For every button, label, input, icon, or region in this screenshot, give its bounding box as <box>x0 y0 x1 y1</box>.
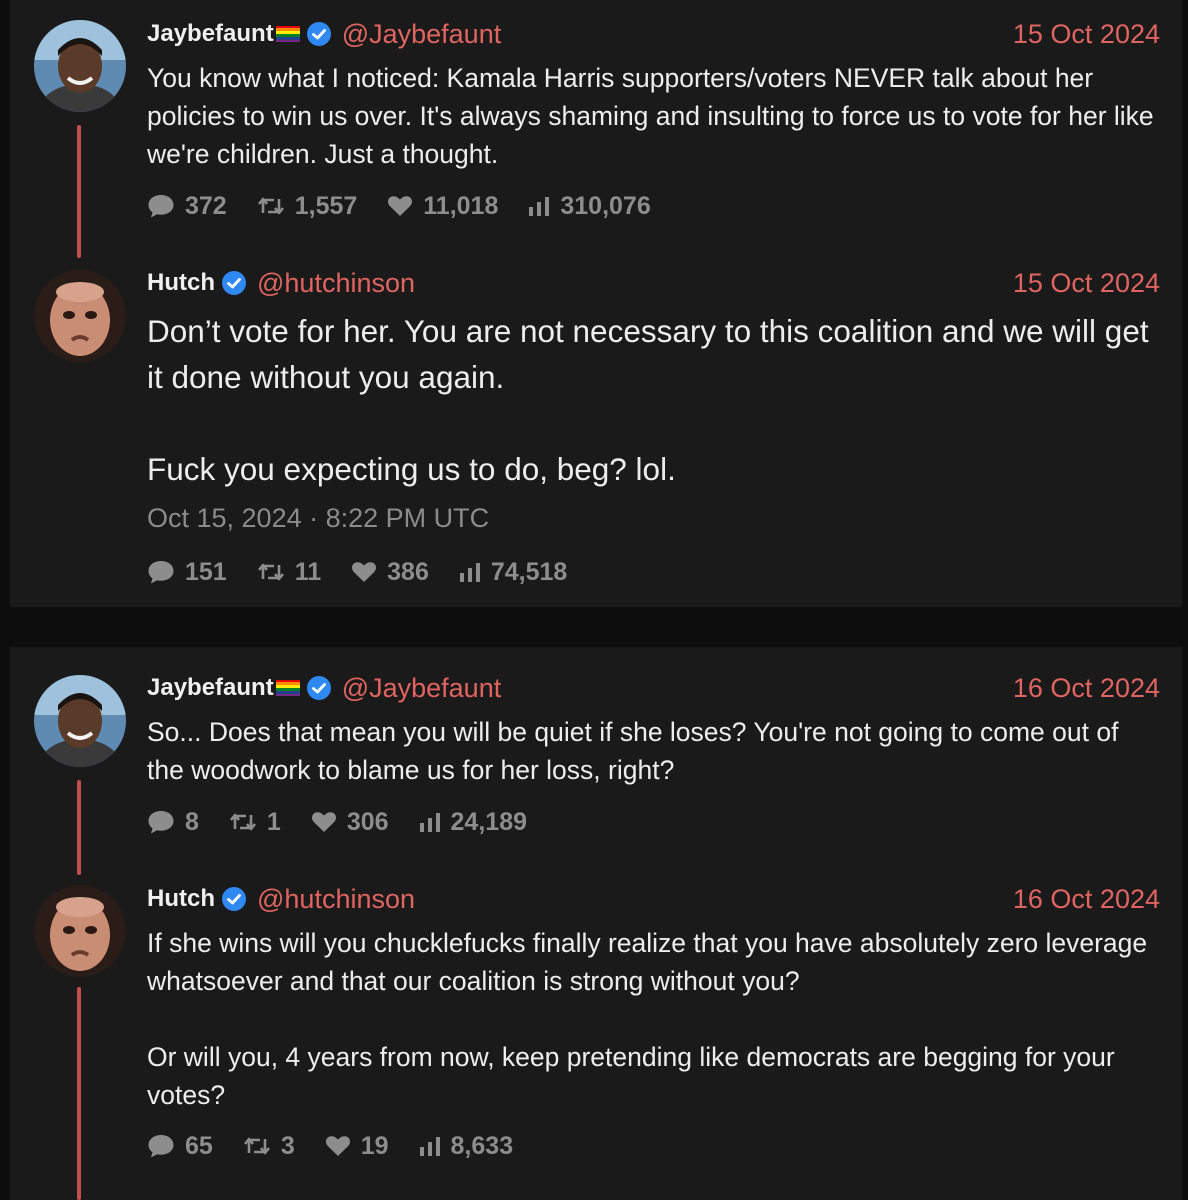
view-count: 8,633 <box>450 1131 514 1160</box>
views-stat[interactable]: 310,076 <box>528 191 651 221</box>
heart-icon <box>352 562 377 582</box>
reply-button[interactable]: 8 <box>147 808 199 837</box>
user-handle[interactable]: @Jaybefaunt <box>342 19 502 50</box>
tweet-date[interactable]: 16 Oct 2024 <box>1013 673 1160 704</box>
avatar-jaybefaunt[interactable] <box>34 20 126 112</box>
display-name[interactable]: Jaybefaunt <box>147 20 274 48</box>
heart-icon <box>388 196 413 216</box>
thread-line <box>77 125 81 258</box>
retweet-icon <box>257 563 284 581</box>
verified-badge-icon <box>221 270 247 296</box>
tweet-header: Jaybefaunt @Jaybefaunt 16 Oct 2024 <box>147 671 1160 705</box>
thread-card-2: Jaybefaunt @Jaybefaunt 16 Oct 2024 So...… <box>10 647 1182 1200</box>
retweet-icon <box>243 1137 270 1155</box>
view-count: 310,076 <box>560 191 651 220</box>
reply-button[interactable]: 65 <box>147 1132 213 1161</box>
heart-icon <box>325 1136 350 1156</box>
tweet-header: Hutch @hutchinson 16 Oct 2024 <box>147 882 1160 916</box>
view-count: 74,518 <box>490 557 568 586</box>
like-count: 11,018 <box>423 191 499 220</box>
rainbow-flag-icon <box>275 25 300 43</box>
views-icon <box>459 563 480 582</box>
views-stat[interactable]: 8,633 <box>419 1131 514 1161</box>
user-handle[interactable]: @hutchinson <box>257 884 415 915</box>
comment-icon <box>148 811 174 834</box>
like-count: 306 <box>346 807 389 836</box>
heart-icon <box>311 812 336 832</box>
tweet-date[interactable]: 16 Oct 2024 <box>1013 884 1160 915</box>
retweet-count: 1 <box>266 807 281 836</box>
avatar-hutch[interactable] <box>34 885 126 977</box>
reply-button[interactable]: 372 <box>147 192 227 221</box>
tweet-text: Don’t vote for her. You are not necessar… <box>147 308 1158 492</box>
like-button[interactable]: 306 <box>311 808 389 837</box>
retweet-count: 1,557 <box>294 191 358 220</box>
reply-button[interactable]: 151 <box>147 558 227 587</box>
tweet-jaybefaunt-1[interactable]: Jaybefaunt @Jaybefaunt 15 Oct 2024 You k… <box>10 0 1182 258</box>
tweet-date[interactable]: 15 Oct 2024 <box>1013 19 1160 50</box>
thread-card-1: Jaybefaunt @Jaybefaunt 15 Oct 2024 You k… <box>10 0 1182 607</box>
user-handle[interactable]: @Jaybefaunt <box>342 673 502 704</box>
tweet-header: Hutch @hutchinson 15 Oct 2024 <box>147 266 1160 300</box>
tweet-header: Jaybefaunt @Jaybefaunt 15 Oct 2024 <box>147 17 1160 51</box>
retweet-count: 3 <box>280 1131 295 1160</box>
thread-line <box>77 987 81 1200</box>
tweet-text-content: So... Does that mean you will be quiet i… <box>147 717 1126 785</box>
like-button[interactable]: 386 <box>351 558 429 587</box>
tweet-text: You know what I noticed: Kamala Harris s… <box>147 59 1158 173</box>
tweet-text-content: You know what I noticed: Kamala Harris s… <box>147 63 1162 169</box>
retweet-icon <box>229 813 256 831</box>
avatar-jaybefaunt[interactable] <box>34 675 126 767</box>
views-stat[interactable]: 74,518 <box>459 558 567 587</box>
verified-badge-icon <box>306 675 332 701</box>
avatar-hutch[interactable] <box>34 270 126 362</box>
reply-count: 65 <box>185 1131 213 1160</box>
tweet-text: So... Does that mean you will be quiet i… <box>147 713 1158 789</box>
like-button[interactable]: 11,018 <box>387 192 498 221</box>
comment-icon <box>148 1135 174 1158</box>
reply-count: 372 <box>185 191 227 220</box>
retweet-count: 11 <box>294 557 322 586</box>
like-count: 386 <box>387 557 429 586</box>
reply-count: 8 <box>185 807 199 836</box>
tweet-text: If she wins will you chucklefucks finall… <box>147 924 1158 1114</box>
comment-icon <box>148 561 174 584</box>
tweet-stats: 372 1,557 11,018 310,076 <box>147 189 681 223</box>
verified-badge-icon <box>221 886 247 912</box>
display-name[interactable]: Hutch <box>147 885 215 913</box>
display-name[interactable]: Hutch <box>147 269 215 297</box>
retweet-icon <box>257 197 284 215</box>
tweet-timestamp[interactable]: Oct 15, 2024 · 8:22 PM UTC <box>147 503 489 534</box>
tweet-stats: 65 3 19 8,633 <box>147 1129 543 1163</box>
verified-badge-icon <box>306 21 332 47</box>
like-button[interactable]: 19 <box>325 1132 389 1161</box>
display-name[interactable]: Jaybefaunt <box>147 674 274 702</box>
retweet-button[interactable]: 3 <box>243 1132 295 1161</box>
tweet-text-content: If she wins will you chucklefucks finall… <box>147 928 1148 1110</box>
rainbow-flag-icon <box>275 679 300 697</box>
tweet-stats: 8 1 306 24,189 <box>147 805 557 839</box>
retweet-button[interactable]: 1,557 <box>257 191 358 221</box>
views-icon <box>419 813 440 832</box>
retweet-button[interactable]: 1 <box>229 808 281 837</box>
tweet-text-content: Don’t vote for her. You are not necessar… <box>147 313 1149 487</box>
comment-icon <box>148 195 174 218</box>
thread-line <box>77 780 81 875</box>
views-icon <box>419 1137 440 1156</box>
tweet-jaybefaunt-2[interactable]: Jaybefaunt @Jaybefaunt 16 Oct 2024 So...… <box>10 647 1182 875</box>
retweet-button[interactable]: 11 <box>257 558 321 587</box>
view-count: 24,189 <box>450 807 527 836</box>
tweet-date[interactable]: 15 Oct 2024 <box>1013 268 1160 299</box>
user-handle[interactable]: @hutchinson <box>257 268 415 299</box>
tweet-hutch-1[interactable]: Hutch @hutchinson 15 Oct 2024 Don’t vote… <box>10 258 1182 607</box>
views-icon <box>529 197 550 216</box>
like-count: 19 <box>360 1131 389 1160</box>
views-stat[interactable]: 24,189 <box>419 808 527 837</box>
reply-count: 151 <box>185 557 227 586</box>
tweet-hutch-2[interactable]: Hutch @hutchinson 16 Oct 2024 If she win… <box>10 875 1182 1200</box>
tweet-stats: 151 11 386 74,518 <box>147 555 597 589</box>
